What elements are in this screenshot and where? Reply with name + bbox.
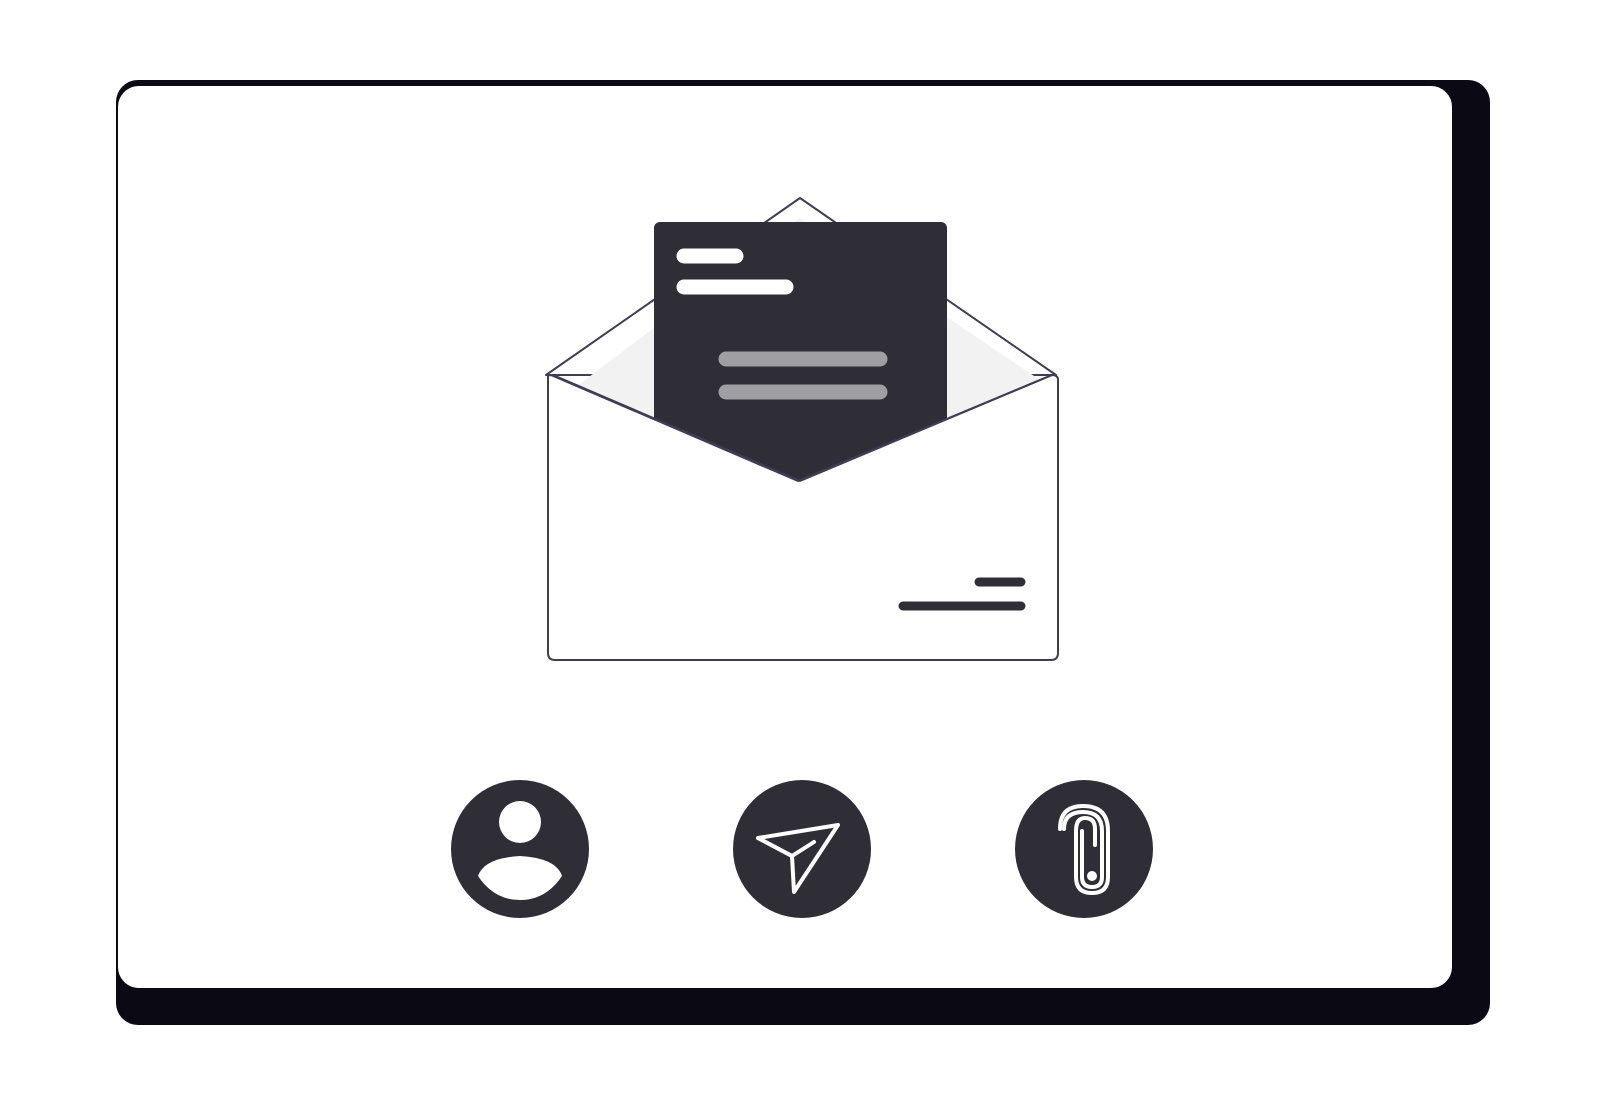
email-illustration xyxy=(0,0,1598,1104)
send-button[interactable] xyxy=(733,780,871,918)
illustration-canvas xyxy=(116,80,1490,1025)
contact-button[interactable] xyxy=(451,780,589,918)
attach-button[interactable] xyxy=(1015,780,1153,918)
